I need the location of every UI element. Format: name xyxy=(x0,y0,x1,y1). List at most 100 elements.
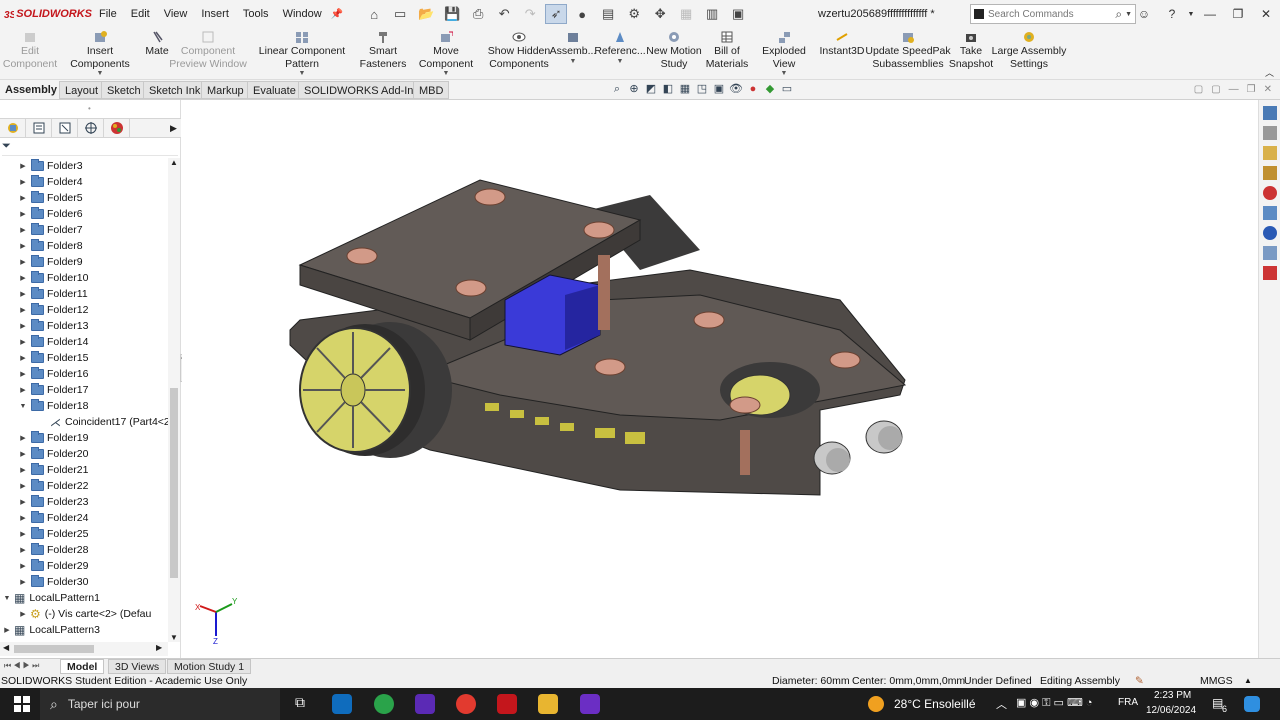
taskbar-search[interactable]: ⌕ Taper ici pour xyxy=(40,688,280,720)
view-settings-icon[interactable]: ▭ xyxy=(780,82,794,96)
tab-motion-study[interactable]: Motion Study 1 xyxy=(167,659,252,674)
expand-arrow-icon[interactable]: ▶ xyxy=(18,178,28,186)
feature-manager-tab-icon[interactable] xyxy=(0,119,26,137)
collapse-arrow-icon[interactable]: ▼ xyxy=(2,595,12,602)
bill-of-materials-button[interactable]: Bill of Materials xyxy=(704,30,750,70)
zoom-to-fit-icon[interactable]: ⌕ xyxy=(610,82,624,96)
menu-file[interactable]: File xyxy=(92,8,124,20)
redo-icon[interactable]: ↷ xyxy=(519,4,541,24)
visual-studio-icon[interactable] xyxy=(415,694,435,714)
dimxpert-tab-icon[interactable] xyxy=(78,119,104,137)
menu-edit[interactable]: Edit xyxy=(124,8,157,20)
tab-markup[interactable]: Markup xyxy=(201,81,250,99)
tree-item[interactable]: ▶ Folder3 xyxy=(18,158,83,174)
custom-properties-icon[interactable] xyxy=(1263,206,1277,220)
tree-filter[interactable]: ⏷ xyxy=(2,140,178,156)
expand-arrow-icon[interactable]: ▶ xyxy=(18,498,28,506)
expand-arrow-icon[interactable]: ▶ xyxy=(18,338,28,346)
visual-studio-2-icon[interactable] xyxy=(580,694,600,714)
expand-arrow-icon[interactable]: ▶ xyxy=(18,514,28,522)
chrome-m-icon[interactable] xyxy=(374,694,394,714)
expand-arrow-icon[interactable]: ▶ xyxy=(18,482,28,490)
tab-model[interactable]: Model xyxy=(60,659,105,674)
expand-arrow-icon[interactable]: ▶ xyxy=(18,306,28,314)
display-style-icon[interactable]: ▣ xyxy=(712,82,726,96)
tree-hscroll-thumb[interactable] xyxy=(14,645,94,653)
insert-components-dropdown-icon[interactable]: ▼ xyxy=(97,70,104,78)
scroll-left-icon[interactable]: ◀ xyxy=(3,643,9,652)
update-speedpak-button[interactable]: Update SpeedPak Subassemblies xyxy=(865,30,951,70)
tree-item[interactable]: ▶ Folder24 xyxy=(18,510,88,526)
display-manager-tab-icon[interactable] xyxy=(104,119,130,137)
file-properties-icon[interactable]: ▤ xyxy=(597,4,619,24)
show-hidden-components-button[interactable]: Show Hidden Components xyxy=(488,30,550,70)
zoom-to-area-icon[interactable]: ⊕ xyxy=(627,82,641,96)
tree-item[interactable]: ▶ Folder17 xyxy=(18,382,88,398)
tree-item[interactable]: ▼ ▦ LocalLPattern1 xyxy=(2,590,100,606)
file-explorer-taskbar-icon[interactable] xyxy=(538,694,558,714)
scroll-right-icon[interactable]: ▶ xyxy=(156,643,162,652)
expand-arrow-icon[interactable]: ▶ xyxy=(18,466,28,474)
tree-item[interactable]: ▶ Folder21 xyxy=(18,462,88,478)
search-icon[interactable]: ⌕ xyxy=(1115,7,1125,22)
expand-arrow-icon[interactable]: ▶ xyxy=(18,434,28,442)
account-icon[interactable]: ☺ xyxy=(1130,7,1158,21)
traffic-light-icon[interactable]: ● xyxy=(571,4,593,24)
expand-arrow-icon[interactable]: ▶ xyxy=(18,242,28,250)
new-document-icon[interactable]: ▭ xyxy=(389,4,411,24)
viewport-maximize-icon[interactable]: ❐ xyxy=(1247,84,1256,95)
viewport-close-icon[interactable]: ✕ xyxy=(1264,84,1272,95)
weather-text[interactable]: 28°C Ensoleillé xyxy=(894,697,976,711)
expand-arrow-icon[interactable]: ▶ xyxy=(18,562,28,570)
pin-icon[interactable]: 📌 xyxy=(331,9,343,20)
expand-arrow-icon[interactable]: ▶ xyxy=(18,290,28,298)
instant3d-button[interactable]: Instant3D xyxy=(818,30,866,58)
chrome-icon[interactable] xyxy=(456,694,476,714)
mate-button[interactable]: Mate xyxy=(142,30,172,58)
clock-date[interactable]: 12/06/2024 xyxy=(1146,705,1196,716)
collapse-arrow-icon[interactable]: ▼ xyxy=(18,403,28,410)
view-orientation-icon[interactable]: ◳ xyxy=(695,82,709,96)
tree-item[interactable]: ▶ Folder15 xyxy=(18,350,88,366)
expand-arrow-icon[interactable]: ▶ xyxy=(18,370,28,378)
windows-start-icon[interactable] xyxy=(14,696,30,712)
print-icon[interactable]: ⎙ xyxy=(467,4,489,24)
hide-show-items-icon[interactable]: 👁 xyxy=(729,82,743,96)
assembly-features-dropdown-icon[interactable]: ▼ xyxy=(570,58,577,66)
3dexperience-icon[interactable] xyxy=(1263,246,1277,260)
undo-icon[interactable]: ↶ xyxy=(493,4,515,24)
linear-pattern-button[interactable]: Linear Component Pattern ▼ xyxy=(246,30,358,78)
tree-item[interactable]: ▶ Folder14 xyxy=(18,334,88,350)
expand-arrow-icon[interactable]: ▶ xyxy=(18,450,28,458)
graphics-area[interactable]: X Y Z xyxy=(182,100,1257,658)
solidworks-forum-icon[interactable] xyxy=(1263,226,1277,240)
tree-item[interactable]: ▶ Folder9 xyxy=(18,254,83,270)
tree-item[interactable]: ▶ Folder16 xyxy=(18,366,88,382)
tree-item[interactable]: ▶ Folder11 xyxy=(18,286,88,302)
tree-item[interactable]: ▼ Folder18 xyxy=(18,398,88,414)
tab-addins[interactable]: SOLIDWORKS Add-Ins xyxy=(298,81,425,99)
options-gear-icon[interactable]: ⚙ xyxy=(623,4,645,24)
tree-item[interactable]: ▶ Folder28 xyxy=(18,542,88,558)
tree-item[interactable]: ▶ Folder25 xyxy=(18,526,88,542)
filter-icon[interactable]: ⏷ xyxy=(2,140,11,152)
expand-arrow-icon[interactable]: ▶ xyxy=(18,578,28,586)
clock-time[interactable]: 2:23 PM xyxy=(1154,690,1191,701)
new-motion-study-button[interactable]: New Motion Study xyxy=(646,30,702,70)
rebuild-icon[interactable]: ▦ xyxy=(675,4,697,24)
panel-tabs-more-icon[interactable]: ▶ xyxy=(170,123,177,134)
scroll-down-icon[interactable]: ▼ xyxy=(170,633,178,642)
exploded-view-dropdown-icon[interactable]: ▼ xyxy=(781,70,788,78)
solidworks-taskbar-icon[interactable] xyxy=(497,694,517,714)
menu-window[interactable]: Window xyxy=(276,8,329,20)
property-manager-tab-icon[interactable] xyxy=(26,119,52,137)
tree-item[interactable]: ▶ Folder10 xyxy=(18,270,88,286)
expand-arrow-icon[interactable]: ▶ xyxy=(18,194,28,202)
tree-item[interactable]: ▶ Folder4 xyxy=(18,174,83,190)
section-view-icon[interactable]: ◧ xyxy=(661,82,675,96)
tab-assembly[interactable]: Assembly xyxy=(0,81,62,99)
pdm-icon[interactable] xyxy=(1263,266,1277,280)
display-icon[interactable]: ▣ xyxy=(727,4,749,24)
search-input[interactable]: Search Commands xyxy=(988,9,1115,20)
home-icon[interactable]: ⌂ xyxy=(363,4,385,24)
